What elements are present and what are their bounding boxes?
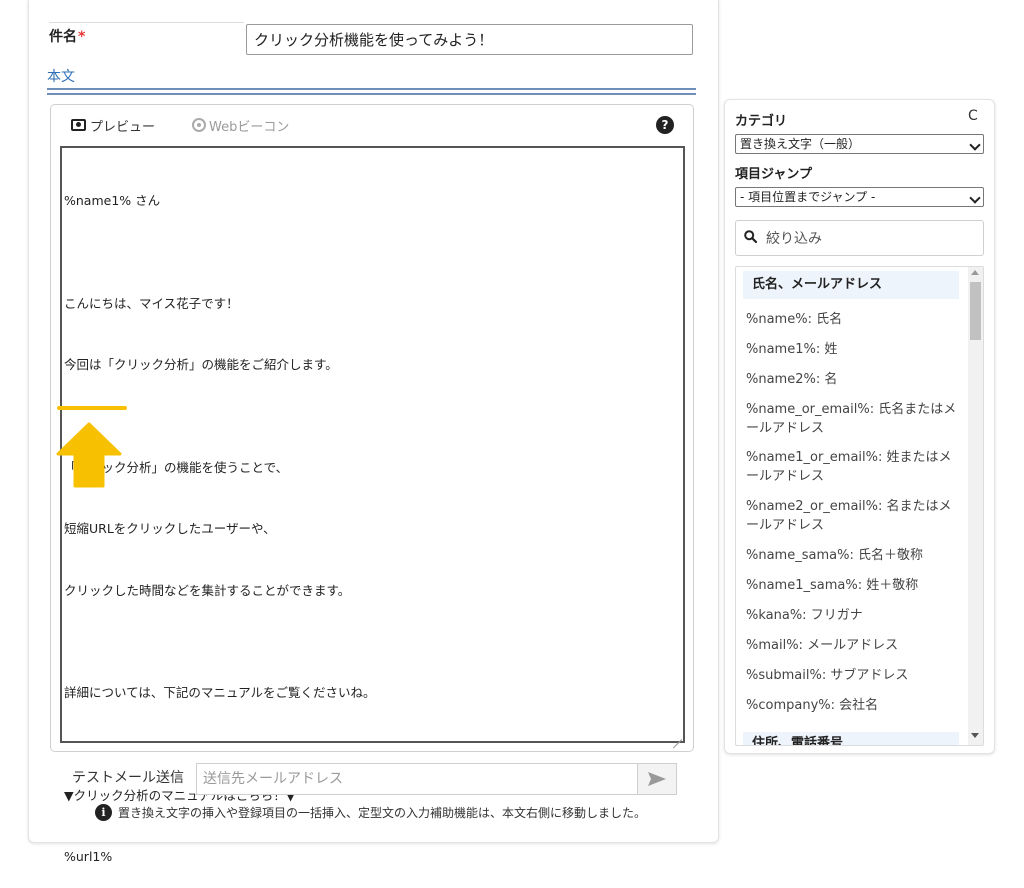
annotation-up-arrow-icon	[56, 422, 122, 488]
body-line: 「クリック分析」の機能を使うことで、	[64, 459, 289, 475]
scroll-down-icon[interactable]	[971, 733, 979, 738]
beacon-icon	[192, 118, 206, 132]
jump-label: 項目ジャンプ	[735, 167, 812, 182]
scroll-up-icon[interactable]	[971, 270, 979, 275]
filter-input[interactable]: 絞り込み	[735, 220, 984, 256]
test-mail-input[interactable]: 送信先メールアドレス	[196, 763, 638, 795]
send-test-button[interactable]	[637, 763, 677, 795]
category-select[interactable]: 置き換え文字（一般）	[735, 134, 984, 154]
preview-eye-icon	[71, 119, 86, 131]
chevron-down-icon	[969, 139, 981, 151]
list-item[interactable]: %name_sama%: 氏名＋敬称	[746, 546, 961, 566]
subject-label: 件名*	[49, 29, 86, 45]
category-label: カテゴリ	[735, 114, 788, 129]
category-select-value: 置き換え文字（一般）	[740, 137, 861, 151]
annotation-underline	[57, 406, 127, 410]
list-item[interactable]: ールアドレス	[746, 419, 961, 439]
help-icon[interactable]: ?	[656, 116, 674, 134]
list-item[interactable]: %name1%: 姓	[746, 340, 961, 360]
list-item[interactable]: %company%: 会社名	[746, 696, 961, 716]
search-icon	[744, 230, 757, 243]
send-arrow-icon	[648, 772, 666, 786]
preview-label: プレビュー	[90, 119, 156, 135]
subject-row: 件名* クリック分析機能を使ってみよう！	[49, 22, 695, 58]
list-item[interactable]: %name1_or_email%: 姓またはメ	[746, 448, 961, 468]
body-line: 今回は「クリック分析」の機能をご紹介します。	[64, 357, 338, 372]
body-line: クリックした時間などを集計することができます。	[64, 582, 351, 598]
list-group-header-next: 住所、電話番号	[743, 732, 959, 745]
list-item[interactable]: %name1_sama%: 姓＋敬称	[746, 576, 961, 596]
list-item[interactable]: %name2_or_email%: 名またはメ	[746, 497, 961, 517]
refresh-icon[interactable]: C	[968, 108, 978, 124]
required-mark: *	[78, 29, 86, 45]
body-divider-second	[47, 93, 696, 95]
webbeacon-label: Webビーコン	[209, 119, 290, 135]
body-line: 詳細については、下記のマニュアルをご覧くださいね。	[64, 685, 376, 700]
jump-select[interactable]: - 項目位置までジャンプ -	[735, 187, 984, 207]
webbeacon-button[interactable]: Webビーコン	[192, 116, 290, 135]
list-item[interactable]: ールアドレス	[746, 467, 961, 487]
list-item[interactable]: ールアドレス	[746, 516, 961, 536]
test-mail-label: テストメール送信	[72, 770, 184, 786]
preview-button[interactable]: プレビュー	[71, 116, 156, 135]
body-line: こんにちは、マイス花子です！	[64, 295, 239, 311]
notice: i 置き換え文字の挿入や登録項目の一括挿入、定型文の入力補助機能は、本文右側に移…	[95, 804, 646, 821]
chevron-down-icon	[969, 192, 981, 204]
subject-input[interactable]: クリック分析機能を使ってみよう！	[246, 24, 693, 55]
filter-placeholder: 絞り込み	[766, 231, 822, 247]
list-item[interactable]: %kana%: フリガナ	[746, 606, 961, 626]
subject-divider	[49, 22, 244, 23]
body-divider	[47, 88, 696, 90]
info-icon: i	[95, 804, 112, 821]
body-line: %url1%	[64, 849, 113, 864]
jump-select-value: - 項目位置までジャンプ -	[740, 190, 876, 204]
list-item[interactable]: %mail%: メールアドレス	[746, 636, 961, 656]
body-line: 短縮URLをクリックしたユーザーや、	[64, 521, 276, 536]
list-scrollbar-thumb[interactable]	[970, 282, 981, 340]
list-group-header: 氏名、メールアドレス	[743, 271, 959, 299]
body-line: %name1% さん	[64, 193, 161, 208]
list-item[interactable]: %name_or_email%: 氏名またはメ	[746, 400, 961, 420]
list-item[interactable]: %submail%: サブアドレス	[746, 666, 961, 686]
body-label: 本文	[47, 69, 75, 85]
notice-text: 置き換え文字の挿入や登録項目の一括挿入、定型文の入力補助機能は、本文右側に移動し…	[118, 806, 647, 820]
list-item[interactable]: %name%: 氏名	[746, 310, 961, 330]
resize-grip-icon[interactable]	[672, 730, 682, 740]
list-item[interactable]: %name2%: 名	[746, 370, 961, 390]
